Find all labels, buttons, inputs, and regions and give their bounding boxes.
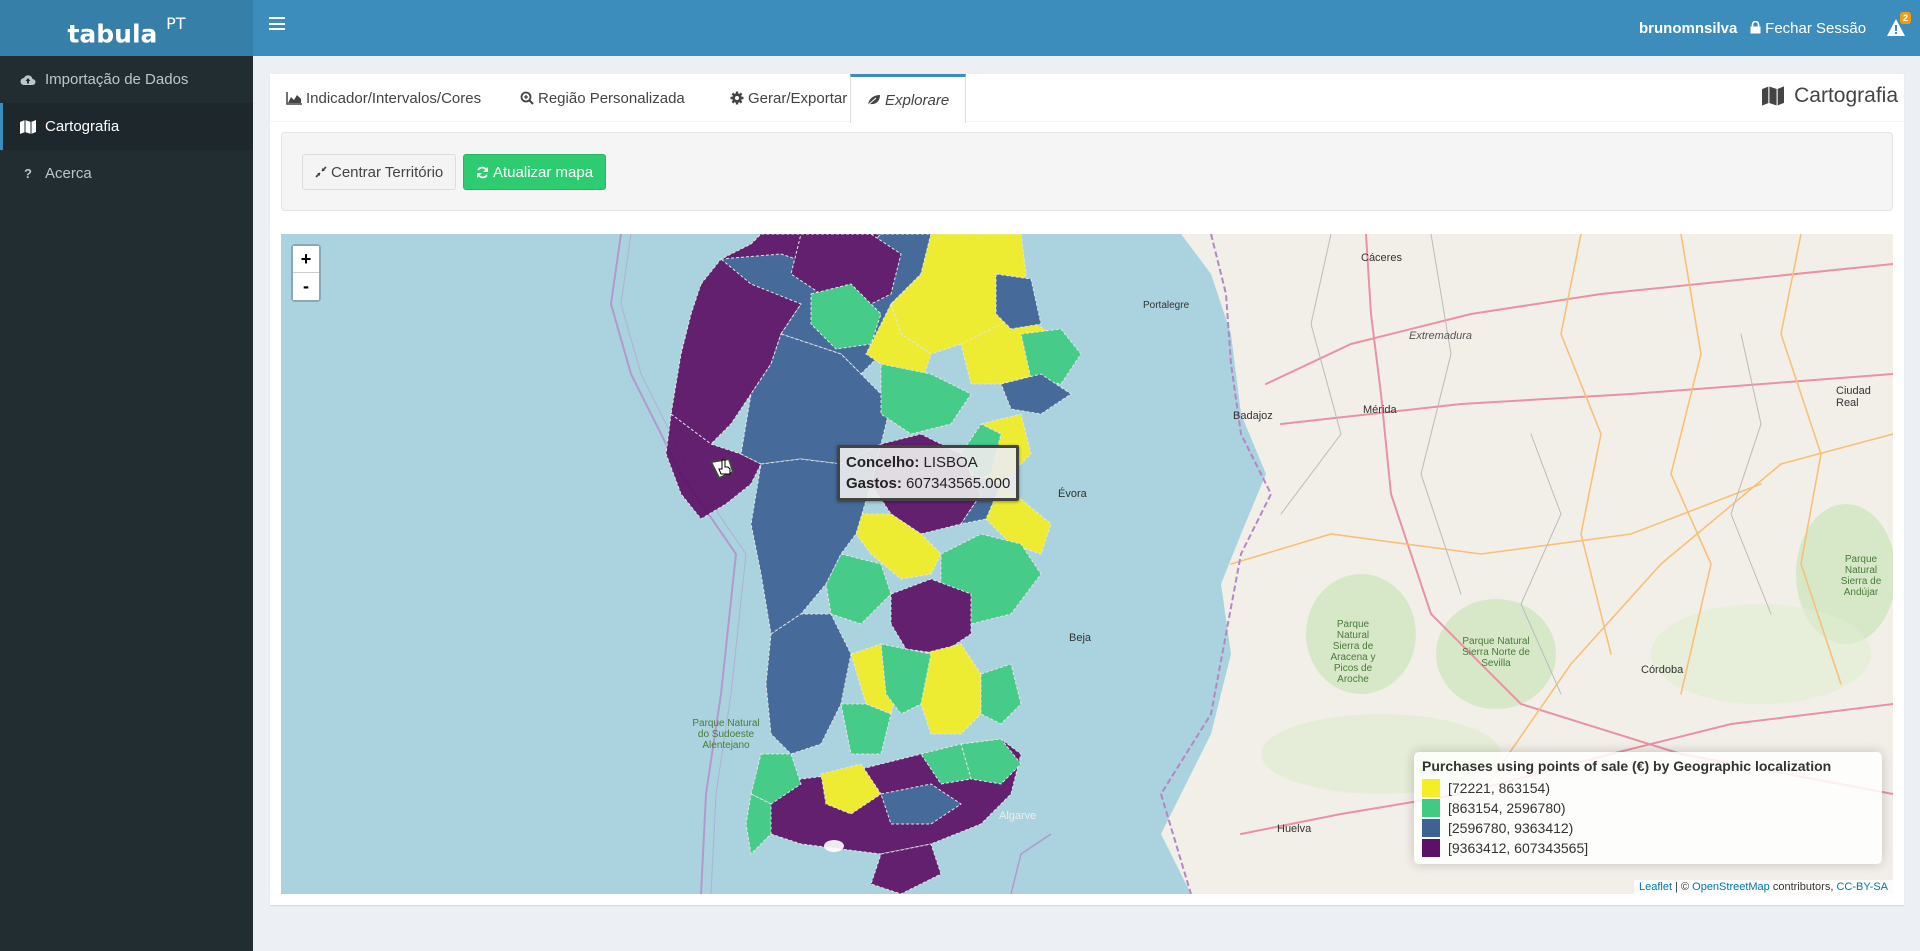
logo-text: tabula [67, 19, 158, 49]
legend-swatch [1422, 839, 1440, 857]
top-navbar: brunomnsilva Fechar Sessão 2 [253, 0, 1920, 56]
city-label: Évora [1058, 488, 1087, 500]
city-label: Mérida [1363, 404, 1397, 416]
logo-superscript: PT [166, 14, 186, 33]
map-icon [19, 119, 37, 134]
city-label: Badajoz [1233, 410, 1273, 422]
park-label: Parque Natural Sierra Norte de Sevilla [1462, 636, 1530, 669]
center-territory-label: Centrar Território [331, 163, 444, 181]
sidebar-item-cartografia[interactable]: Cartografia [0, 103, 253, 150]
zoom-out-button[interactable]: - [293, 273, 319, 300]
legend-item: [9363412, 607343565] [1422, 838, 1874, 858]
update-map-button[interactable]: Atualizar mapa [463, 154, 607, 190]
zoom-in-button[interactable]: + [293, 246, 319, 273]
sidebar-toggle-icon[interactable] [269, 17, 285, 31]
compress-icon [315, 166, 327, 178]
cloud-upload-icon [19, 74, 37, 86]
center-territory-button[interactable]: Centrar Território [302, 154, 457, 190]
park-label: Parque Natural do Sudoeste Alentejano [692, 718, 760, 751]
notification-count-badge: 2 [1900, 12, 1912, 24]
attribution-text: contributors, [1769, 881, 1837, 893]
city-label: Portalegre [1143, 300, 1190, 311]
tab-label: Gerar/Exportar [748, 89, 848, 107]
tab-label: Região Personalizada [538, 89, 685, 107]
map-legend: Purchases using points of sale (€) by Ge… [1414, 752, 1882, 864]
update-map-label: Atualizar mapa [493, 163, 594, 181]
city-label: Córdoba [1641, 664, 1684, 676]
sidebar-item-acerca[interactable]: ? Acerca [0, 150, 253, 197]
attribution-text: | © [1672, 881, 1693, 893]
osm-link[interactable]: OpenStreetMap [1692, 881, 1770, 893]
city-label: Beja [1069, 632, 1092, 644]
legend-label: [72221, 863154) [1448, 780, 1550, 796]
region-label: Algarve [999, 810, 1037, 822]
region-label: Extremadura [1409, 330, 1472, 342]
tab-label: Indicador/Intervalos/Cores [306, 89, 482, 107]
sidebar-item-importacao[interactable]: Importação de Dados [0, 56, 253, 103]
leaflet-map[interactable]: Extremadura Cáceres Mérida Badajoz Porta… [281, 234, 1893, 894]
map-tooltip: Concelho: LISBOA Gastos: 607343565.000 [837, 445, 1020, 501]
tab-gerar[interactable]: Gerar/Exportar [714, 74, 863, 122]
gear-icon [730, 91, 744, 105]
logout-label: Fechar Sessão [1765, 20, 1867, 37]
legend-item: [863154, 2596780) [1422, 798, 1874, 818]
box-title-text: Cartografia [1794, 84, 1898, 107]
legend-swatch [1422, 799, 1440, 817]
tooltip-label: Concelho: [846, 454, 920, 471]
tooltip-value: LISBOA [923, 454, 978, 471]
sidebar-item-label: Importação de Dados [45, 71, 189, 88]
lock-icon [1750, 20, 1761, 34]
cartography-box: Indicador/Intervalos/Cores Região Person… [270, 74, 1904, 905]
box-title: Cartografia [1762, 84, 1898, 108]
sidebar-item-label: Acerca [45, 165, 92, 182]
app-logo[interactable]: tabula PT [0, 0, 253, 56]
legend-item: [72221, 863154) [1422, 778, 1874, 798]
city-label: Cáceres [1361, 252, 1402, 264]
city-label: Huelva [1277, 823, 1312, 835]
question-icon: ? [24, 166, 32, 181]
map-attribution: Leaflet | © OpenStreetMap contributors, … [1633, 880, 1893, 894]
area-chart-icon [286, 91, 302, 105]
refresh-icon [476, 166, 489, 179]
zoom-control: + - [291, 244, 321, 302]
license-link[interactable]: CC-BY-SA [1836, 881, 1888, 893]
sidebar-item-label: Cartografia [45, 118, 120, 135]
tab-regiao[interactable]: Região Personalizada [504, 74, 701, 122]
park-label: Parque Natural Sierra de Andújar [1840, 554, 1882, 598]
tab-indicador[interactable]: Indicador/Intervalos/Cores [270, 74, 497, 122]
map-icon [1762, 86, 1785, 106]
tab-explorare[interactable]: Explorare [850, 74, 967, 123]
tooltip-label: Gastos: [846, 475, 902, 492]
legend-item: [2596780, 9363412) [1422, 818, 1874, 838]
legend-label: [9363412, 607343565] [1448, 840, 1589, 856]
legend-label: [863154, 2596780) [1448, 800, 1566, 816]
logout-link[interactable]: Fechar Sessão [1750, 20, 1866, 37]
leaf-icon [867, 94, 881, 106]
legend-swatch [1422, 819, 1440, 837]
map-controls-well: Centrar Território Atualizar mapa [281, 132, 1893, 211]
tooltip-value: 607343565.000 [906, 475, 1011, 492]
leaflet-link[interactable]: Leaflet [1639, 881, 1672, 893]
tab-bar: Indicador/Intervalos/Cores Região Person… [270, 74, 1904, 123]
legend-swatch [1422, 779, 1440, 797]
tab-label: Explorare [885, 91, 950, 109]
legend-title: Purchases using points of sale (€) by Ge… [1422, 758, 1832, 774]
sidebar: Importação de Dados Cartografia ? Acerca [0, 56, 253, 951]
legend-label: [2596780, 9363412) [1448, 820, 1574, 836]
user-name[interactable]: brunomnsilva [1639, 20, 1737, 37]
search-plus-icon [520, 91, 534, 105]
park-label: Parque Natural Sierra de Aracena y Picos… [1330, 619, 1376, 685]
city-label: Ciudad Real [1836, 385, 1871, 409]
